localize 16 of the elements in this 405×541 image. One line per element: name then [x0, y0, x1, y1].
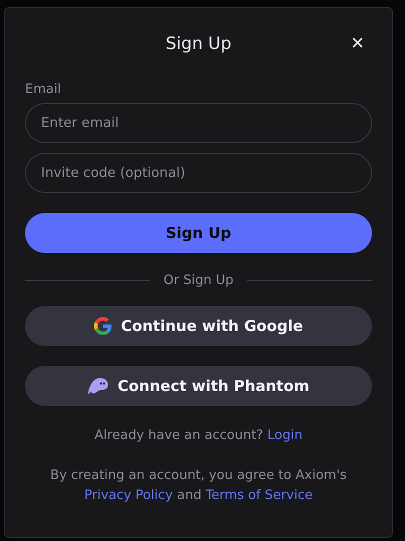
- legal-notice: By creating an account, you agree to Axiom's Privacy Policy and Terms of Service: [49, 467, 348, 505]
- field-label: Email: [25, 82, 62, 97]
- google-sign-in-button[interactable]: Continue with Google: [25, 306, 372, 346]
- ghost-icon: [88, 377, 109, 395]
- divider-label: Or Sign Up: [164, 273, 234, 288]
- input-field[interactable]: Invite code (optional): [25, 153, 372, 193]
- input-field[interactable]: Enter email: [25, 103, 372, 143]
- dialog-title: Sign Up: [166, 34, 232, 54]
- google-icon: [94, 317, 112, 335]
- close-button[interactable]: ×: [347, 32, 368, 54]
- sign-up-button[interactable]: Sign Up: [25, 213, 372, 253]
- wallet-connect-button[interactable]: Connect with Phantom: [25, 366, 372, 406]
- login-link[interactable]: Login: [267, 428, 302, 443]
- login-prompt: Already have an account? Login: [94, 427, 304, 445]
- privacy-policy-link[interactable]: Privacy Policy: [84, 488, 173, 503]
- terms-link[interactable]: Terms of Service: [206, 488, 313, 503]
